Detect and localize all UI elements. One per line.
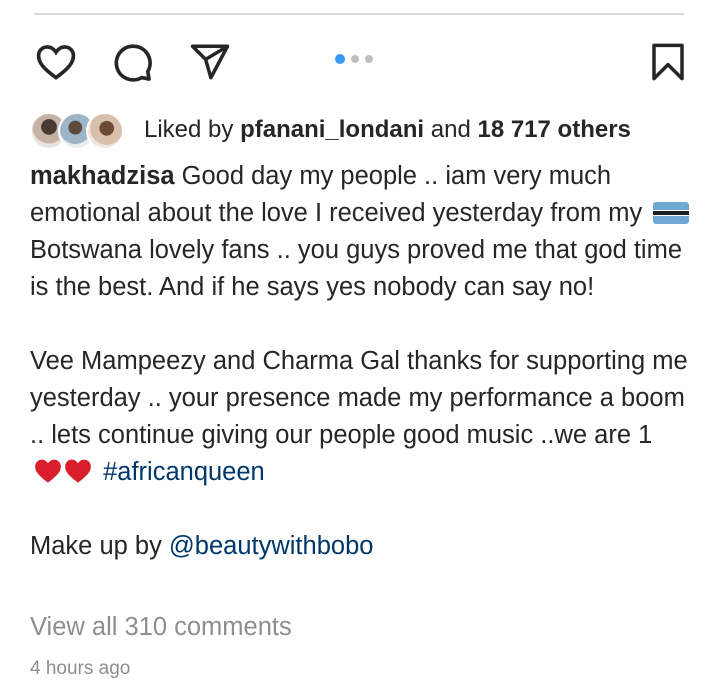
like-button[interactable]: [32, 38, 80, 86]
caption-paragraph: makhadzisa Good day my people .. iam ver…: [30, 158, 700, 306]
caption-text: Vee Mampeezy and Charma Gal thanks for s…: [30, 347, 688, 449]
avatar: [86, 112, 124, 150]
carousel-dot: [365, 55, 373, 63]
likes-prefix: Liked by: [144, 116, 241, 143]
share-button[interactable]: [186, 38, 234, 86]
caption-text: Botswana lovely fans .. you guys proved …: [30, 236, 683, 301]
liker-username[interactable]: pfanani_londani: [240, 116, 424, 143]
carousel-dot: [351, 55, 359, 63]
bookmark-icon: [652, 43, 684, 81]
likes-count[interactable]: 18 717 others: [477, 116, 630, 143]
share-icon: [190, 44, 230, 80]
author-username[interactable]: makhadzisa: [30, 162, 175, 190]
top-divider: [34, 13, 684, 15]
heart-icon: [36, 45, 76, 80]
save-button[interactable]: [644, 38, 692, 86]
likes-conjunction: and: [424, 116, 478, 143]
post-caption: makhadzisa Good day my people .. iam ver…: [30, 158, 700, 565]
hashtag-link[interactable]: #africanqueen: [103, 458, 265, 486]
caption-text: Make up by: [30, 532, 169, 560]
likes-row[interactable]: Liked by pfanani_londani and 18 717 othe…: [30, 108, 631, 152]
likes-text: Liked by pfanani_londani and 18 717 othe…: [144, 116, 631, 144]
view-comments-link[interactable]: View all 310 comments: [30, 613, 292, 642]
mention-link[interactable]: @beautywithbobo: [169, 532, 374, 560]
red-heart-icon: [65, 459, 91, 483]
red-heart-icon: [35, 459, 61, 483]
carousel-indicator: [335, 54, 373, 64]
botswana-flag-icon: [653, 202, 690, 224]
comment-icon: [114, 44, 152, 82]
caption-paragraph: Vee Mampeezy and Charma Gal thanks for s…: [30, 343, 700, 491]
caption-paragraph: Make up by @beautywithbobo: [30, 528, 700, 565]
comment-button[interactable]: [108, 38, 156, 86]
red-hearts-emoji: [34, 458, 92, 484]
liker-avatars: [30, 112, 128, 150]
post-timestamp: 4 hours ago: [30, 658, 131, 679]
carousel-dot-active: [335, 54, 345, 64]
